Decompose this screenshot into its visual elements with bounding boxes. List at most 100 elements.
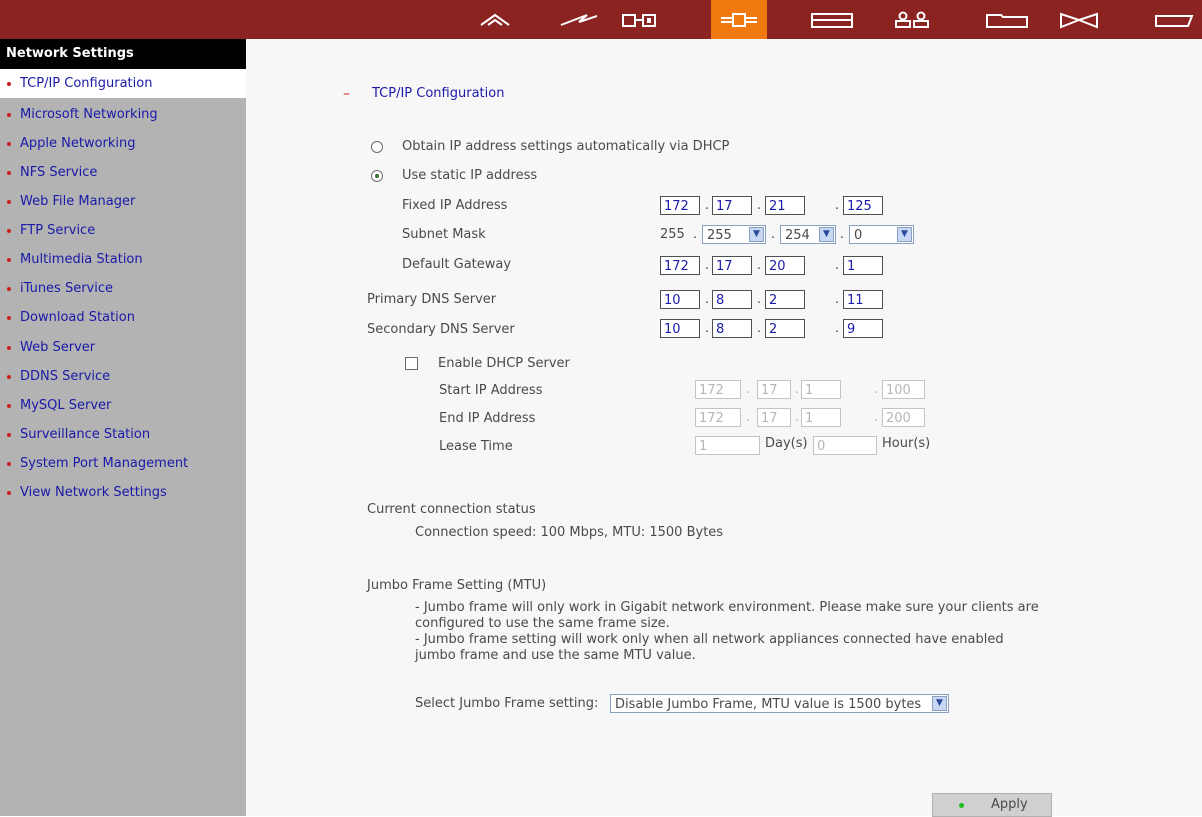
network-icon[interactable] <box>711 0 767 39</box>
sidebar-item-view-network-settings[interactable]: View Network Settings <box>0 478 246 507</box>
sidebar-item-web-server[interactable]: Web Server <box>0 333 246 362</box>
sidebar-item-surveillance-station[interactable]: Surveillance Station <box>0 420 246 449</box>
subnet-mask-select-4[interactable]: 0 ▼ <box>849 225 914 244</box>
secondary-dns-label: Secondary DNS Server <box>367 322 515 337</box>
primary-dns-octet-1[interactable]: 10 <box>660 290 700 309</box>
secondary-dns-octet-2[interactable]: 8 <box>712 319 752 338</box>
sidebar-item-ftp-service[interactable]: FTP Service <box>0 216 246 245</box>
jumbo-frame-note-1: - Jumbo frame will only work in Gigabit … <box>415 600 1039 615</box>
sidebar-item-ddns-service[interactable]: DDNS Service <box>0 362 246 391</box>
main-content: – TCP/IP Configuration Obtain IP address… <box>246 39 1202 817</box>
dhcp-start-ip-octet-1[interactable]: 172 <box>695 380 741 399</box>
secondary-dns-octet-3[interactable]: 2 <box>765 319 805 338</box>
ip-dot: . <box>834 321 840 336</box>
dhcp-start-ip-label: Start IP Address <box>439 383 543 398</box>
folder-icon[interactable] <box>979 0 1035 39</box>
ip-dot: . <box>756 292 762 307</box>
ip-dot: . <box>704 258 710 273</box>
dhcp-start-ip-octet-4[interactable]: 100 <box>882 380 925 399</box>
sidebar-item-multimedia-station[interactable]: Multimedia Station <box>0 245 246 274</box>
subnet-mask-select-2[interactable]: 255 ▼ <box>702 225 766 244</box>
sidebar-item-system-port-management[interactable]: System Port Management <box>0 449 246 478</box>
dhcp-end-ip-octet-1[interactable]: 172 <box>695 408 741 427</box>
jumbo-frame-select-value: Disable Jumbo Frame, MTU value is 1500 b… <box>615 697 922 712</box>
section-collapse-toggle[interactable]: – <box>343 86 350 102</box>
sidebar-item-download-station[interactable]: Download Station <box>0 303 246 332</box>
device-icon[interactable] <box>804 0 860 39</box>
sidebar-item-mysql-server[interactable]: MySQL Server <box>0 391 246 420</box>
tag-icon[interactable] <box>1146 0 1202 39</box>
dhcp-end-ip-octet-2[interactable]: 17 <box>757 408 791 427</box>
secondary-dns-octet-4[interactable]: 9 <box>843 319 883 338</box>
lease-hours-unit: Hour(s) <box>882 436 931 451</box>
sidebar-title: Network Settings <box>0 39 246 69</box>
dhcp-end-ip-octet-4[interactable]: 200 <box>882 408 925 427</box>
ip-dot: . <box>756 198 762 213</box>
jumbo-frame-note-4: jumbo frame and use the same MTU value. <box>415 648 696 663</box>
subnet-mask-select-3[interactable]: 254 ▼ <box>780 225 836 244</box>
gateway-octet-2[interactable]: 17 <box>712 256 752 275</box>
fixed-ip-label: Fixed IP Address <box>402 198 508 213</box>
ip-dot: . <box>704 321 710 336</box>
gateway-octet-4[interactable]: 1 <box>843 256 883 275</box>
ip-dot: . <box>873 410 879 425</box>
gateway-octet-1[interactable]: 172 <box>660 256 700 275</box>
enable-dhcp-server-label: Enable DHCP Server <box>438 356 570 371</box>
enable-dhcp-server-checkbox[interactable] <box>405 357 418 370</box>
primary-dns-octet-2[interactable]: 8 <box>712 290 752 309</box>
dhcp-start-ip-octet-2[interactable]: 17 <box>757 380 791 399</box>
lease-time-label: Lease Time <box>439 439 513 454</box>
fixed-ip-octet-4[interactable]: 125 <box>843 196 883 215</box>
default-gateway-label: Default Gateway <box>402 257 512 272</box>
primary-dns-octet-4[interactable]: 11 <box>843 290 883 309</box>
static-ip-radio[interactable] <box>371 170 383 182</box>
jumbo-frame-select-label: Select Jumbo Frame setting: <box>415 696 599 711</box>
dhcp-end-ip-octet-3[interactable]: 1 <box>801 408 841 427</box>
gateway-octet-3[interactable]: 20 <box>765 256 805 275</box>
fixed-ip-octet-1[interactable]: 172 <box>660 196 700 215</box>
sidebar-item-itunes-service[interactable]: iTunes Service <box>0 274 246 303</box>
sidebar-item-tcp-ip-configuration[interactable]: TCP/IP Configuration <box>0 69 246 98</box>
dhcp-radio-label: Obtain IP address settings automatically… <box>402 139 730 154</box>
connection-status-title: Current connection status <box>367 502 536 517</box>
chevron-down-icon: ▼ <box>897 227 912 242</box>
lease-days-input[interactable]: 1 <box>695 436 760 455</box>
ip-dot: . <box>834 198 840 213</box>
ip-dot: . <box>770 227 776 242</box>
primary-dns-label: Primary DNS Server <box>367 292 497 307</box>
chevron-down-icon: ▼ <box>749 227 764 242</box>
dhcp-radio[interactable] <box>371 141 383 153</box>
ip-dot: . <box>756 321 762 336</box>
sidebar-item-apple-networking[interactable]: Apple Networking <box>0 129 246 158</box>
static-ip-radio-label: Use static IP address <box>402 168 538 183</box>
secondary-dns-octet-1[interactable]: 10 <box>660 319 700 338</box>
disk-icon[interactable] <box>611 0 667 39</box>
ip-dot: . <box>834 292 840 307</box>
section-title: TCP/IP Configuration <box>372 86 505 101</box>
ip-dot: . <box>745 382 751 397</box>
sidebar-item-microsoft-networking[interactable]: Microsoft Networking <box>0 100 246 129</box>
share-icon[interactable] <box>1051 0 1107 39</box>
home-icon[interactable] <box>467 0 523 39</box>
lease-hours-input[interactable]: 0 <box>813 436 877 455</box>
jumbo-frame-select[interactable]: Disable Jumbo Frame, MTU value is 1500 b… <box>610 694 949 713</box>
ip-dot: . <box>692 227 698 242</box>
jumbo-frame-note-3: - Jumbo frame setting will work only whe… <box>415 632 1004 647</box>
ip-dot: . <box>704 198 710 213</box>
system-icon[interactable] <box>551 0 607 39</box>
apply-button[interactable]: Apply <box>932 793 1052 817</box>
users-icon[interactable] <box>884 0 940 39</box>
dhcp-start-ip-octet-3[interactable]: 1 <box>801 380 841 399</box>
jumbo-frame-title: Jumbo Frame Setting (MTU) <box>367 578 547 593</box>
fixed-ip-octet-3[interactable]: 21 <box>765 196 805 215</box>
sidebar: Network Settings TCP/IP Configuration Mi… <box>0 39 246 816</box>
sidebar-item-nfs-service[interactable]: NFS Service <box>0 158 246 187</box>
fixed-ip-octet-2[interactable]: 17 <box>712 196 752 215</box>
top-navigation-bar <box>0 0 1202 39</box>
ip-dot: . <box>704 292 710 307</box>
ip-dot: . <box>745 410 751 425</box>
ip-dot: . <box>873 382 879 397</box>
primary-dns-octet-3[interactable]: 2 <box>765 290 805 309</box>
sidebar-item-web-file-manager[interactable]: Web File Manager <box>0 187 246 216</box>
lease-days-unit: Day(s) <box>765 436 808 451</box>
